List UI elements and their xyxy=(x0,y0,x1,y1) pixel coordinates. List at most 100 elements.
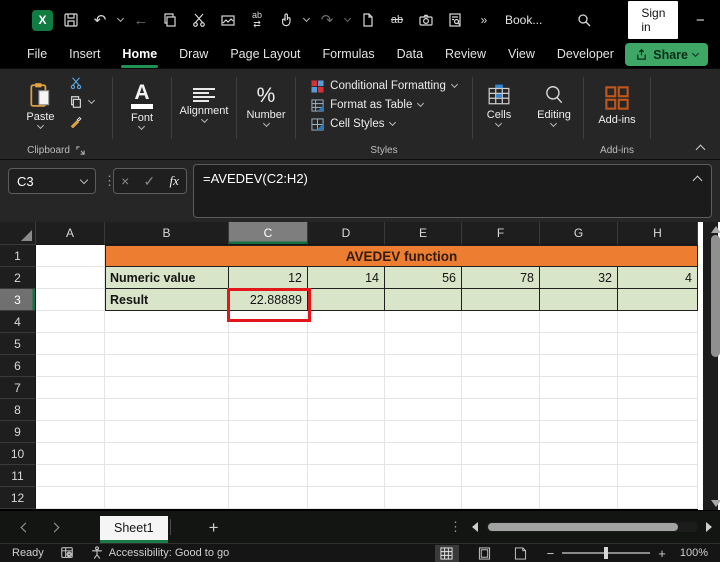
cell[interactable] xyxy=(36,443,105,465)
cell[interactable] xyxy=(462,377,540,399)
vertical-scrollbar-track[interactable] xyxy=(703,222,718,510)
more-commands-icon[interactable]: » xyxy=(473,9,495,31)
cell-a2[interactable] xyxy=(36,267,105,289)
cell-styles-button[interactable]: Cell Styles xyxy=(311,118,395,131)
cell[interactable] xyxy=(229,399,308,421)
cell[interactable] xyxy=(385,443,462,465)
cell[interactable] xyxy=(105,311,229,333)
row-header-3[interactable]: 3 xyxy=(0,289,36,311)
cell[interactable] xyxy=(618,465,698,487)
cell[interactable] xyxy=(308,443,385,465)
cells-button[interactable]: Cells xyxy=(479,84,519,126)
tab-data[interactable]: Data xyxy=(386,41,434,67)
cell[interactable] xyxy=(308,311,385,333)
share-button[interactable]: Share xyxy=(625,43,708,66)
cell[interactable] xyxy=(229,311,308,333)
editing-dropdown-icon[interactable] xyxy=(550,120,557,127)
previous-sheet-icon[interactable] xyxy=(21,522,31,532)
row-header-12[interactable]: 12 xyxy=(0,487,36,509)
font-dropdown-icon[interactable] xyxy=(138,122,145,129)
cell-b3[interactable]: Result xyxy=(105,289,229,311)
number-dropdown-icon[interactable] xyxy=(262,119,269,126)
cell[interactable] xyxy=(618,311,698,333)
cell-h2[interactable]: 4 xyxy=(618,267,698,289)
touch-mode-dropdown-icon[interactable] xyxy=(303,15,310,22)
cell[interactable] xyxy=(229,333,308,355)
row-header-9[interactable]: 9 xyxy=(0,421,36,443)
cell[interactable] xyxy=(540,311,618,333)
cells-dropdown-icon[interactable] xyxy=(495,120,502,127)
row-header-1[interactable]: 1 xyxy=(0,245,36,267)
cell[interactable] xyxy=(462,333,540,355)
cell[interactable] xyxy=(308,421,385,443)
cell[interactable] xyxy=(385,465,462,487)
page-layout-view-button[interactable] xyxy=(473,545,497,562)
cell[interactable] xyxy=(36,311,105,333)
camera-icon[interactable] xyxy=(415,9,437,31)
cell[interactable] xyxy=(105,421,229,443)
save-icon[interactable] xyxy=(60,9,82,31)
cell-g3[interactable] xyxy=(540,289,618,311)
cell[interactable] xyxy=(385,487,462,509)
column-header-c[interactable]: C xyxy=(229,222,308,245)
tab-view[interactable]: View xyxy=(497,41,546,67)
cut-icon[interactable] xyxy=(69,76,83,90)
alignment-button[interactable]: Alignment xyxy=(172,88,237,122)
cell[interactable] xyxy=(36,333,105,355)
excel-logo-icon[interactable]: X xyxy=(32,10,53,31)
paste-dropdown-icon[interactable] xyxy=(37,122,44,129)
row-header-6[interactable]: 6 xyxy=(0,355,36,377)
cell[interactable] xyxy=(462,443,540,465)
row-header-7[interactable]: 7 xyxy=(0,377,36,399)
cell[interactable] xyxy=(540,377,618,399)
page-break-preview-button[interactable] xyxy=(509,545,533,562)
clipboard-dialog-launcher-icon[interactable] xyxy=(76,146,85,155)
scroll-down-icon[interactable] xyxy=(711,500,720,507)
column-header-g[interactable]: G xyxy=(540,222,618,245)
select-all-button[interactable] xyxy=(0,222,36,245)
cell[interactable] xyxy=(105,487,229,509)
alignment-dropdown-icon[interactable] xyxy=(200,116,207,123)
tab-file[interactable]: File xyxy=(16,41,58,67)
scroll-up-icon[interactable] xyxy=(711,226,720,233)
cell[interactable] xyxy=(462,355,540,377)
collapse-ribbon-icon[interactable] xyxy=(696,145,706,155)
cell[interactable] xyxy=(229,487,308,509)
cell[interactable] xyxy=(618,443,698,465)
cell-e3[interactable] xyxy=(385,289,462,311)
tab-insert[interactable]: Insert xyxy=(58,41,111,67)
cell[interactable] xyxy=(36,355,105,377)
number-button[interactable]: % Number xyxy=(238,85,293,126)
column-header-a[interactable]: A xyxy=(36,222,105,245)
horizontal-scrollbar-thumb[interactable] xyxy=(488,523,678,531)
cell[interactable] xyxy=(308,465,385,487)
cell[interactable] xyxy=(36,465,105,487)
conditional-formatting-button[interactable]: Conditional Formatting xyxy=(311,80,457,93)
paste-picture-icon[interactable] xyxy=(217,9,239,31)
cell[interactable] xyxy=(540,333,618,355)
cell[interactable] xyxy=(618,399,698,421)
format-painter-icon[interactable] xyxy=(69,114,83,128)
name-box[interactable]: C3 xyxy=(8,168,96,194)
sheetbar-menu-icon[interactable]: ⋮ xyxy=(449,519,462,535)
cell[interactable] xyxy=(36,487,105,509)
column-header-f[interactable]: F xyxy=(462,222,540,245)
cell-e2[interactable]: 56 xyxy=(385,267,462,289)
accessibility-icon[interactable] xyxy=(90,546,104,560)
cell[interactable] xyxy=(308,355,385,377)
cell[interactable] xyxy=(36,377,105,399)
tab-page-layout[interactable]: Page Layout xyxy=(219,41,311,67)
scroll-left-icon[interactable] xyxy=(472,522,478,532)
cell-d2[interactable]: 14 xyxy=(308,267,385,289)
editing-button[interactable]: Editing xyxy=(529,84,579,126)
cell[interactable] xyxy=(105,443,229,465)
vertical-scrollbar-thumb[interactable] xyxy=(711,235,720,357)
copy-icon[interactable] xyxy=(159,9,181,31)
cell[interactable] xyxy=(105,377,229,399)
vertical-scrollbar[interactable] xyxy=(698,222,720,510)
insert-function-icon[interactable]: fx xyxy=(169,173,178,189)
new-file-icon[interactable] xyxy=(357,9,379,31)
tab-developer[interactable]: Developer xyxy=(546,41,625,67)
cell[interactable] xyxy=(385,399,462,421)
cell[interactable] xyxy=(618,333,698,355)
